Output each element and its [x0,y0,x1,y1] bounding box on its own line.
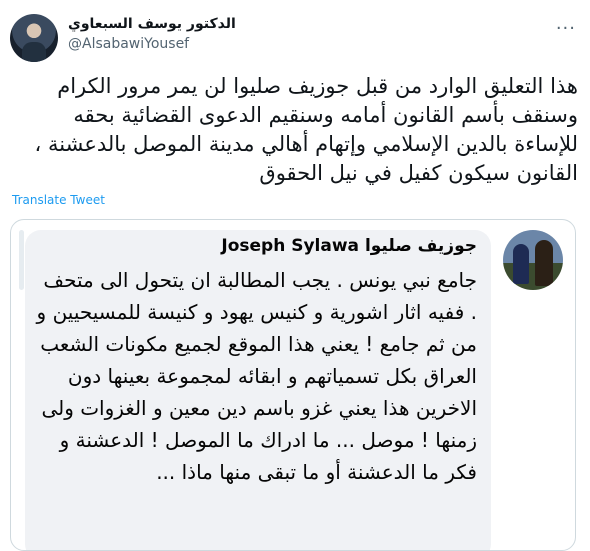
person-figure-icon [535,240,553,286]
more-options-icon[interactable]: ··· [556,18,576,39]
divider-line [19,230,24,290]
comment-bubble: جوزيف صليوا Joseph Sylawa جامع نبي يونس … [25,230,491,550]
commenter-name: جوزيف صليوا Joseph Sylawa [221,236,477,256]
author-handle[interactable]: @AlsabawiYousef [68,36,236,52]
author-display-name[interactable]: الدكتور يوسف السبعاوي [68,16,236,32]
quoted-image[interactable]: جوزيف صليوا Joseph Sylawa جامع نبي يونس … [10,219,576,551]
tweet-text: هذا التعليق الوارد من قبل جوزيف صليوا لن… [34,74,578,185]
author-names: الدكتور يوسف السبعاوي @AlsabawiYousef [68,16,236,52]
translate-tweet-link[interactable]: Translate Tweet [12,193,105,207]
comment-text: جامع نبي يونس . يجب المطالبة ان يتحول ال… [36,268,477,484]
author-avatar[interactable] [10,14,58,62]
tweet-header: الدكتور يوسف السبعاوي @AlsabawiYousef ··… [10,10,580,62]
commenter-avatar [503,230,563,290]
person-figure-icon [513,244,529,284]
tweet-card: الدكتور يوسف السبعاوي @AlsabawiYousef ··… [0,0,590,551]
